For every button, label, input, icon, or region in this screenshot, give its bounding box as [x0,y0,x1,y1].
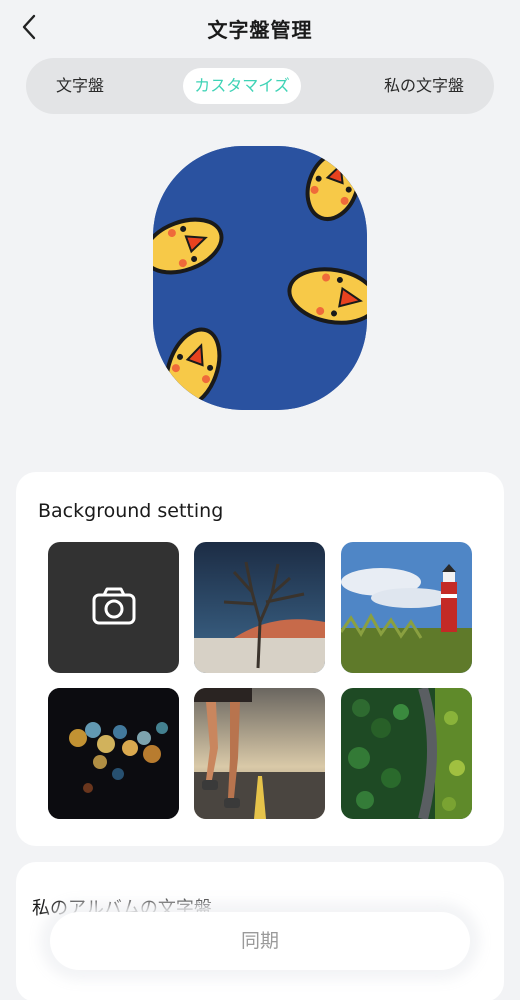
background-setting-card: Background setting [16,472,504,846]
sync-button[interactable]: 同期 [50,912,470,970]
bg-image-forest[interactable] [341,688,472,819]
camera-upload-button[interactable] [48,542,179,673]
background-setting-title: Background setting [38,500,224,522]
watch-face-preview [153,146,367,410]
tab-my-watch-faces[interactable]: 私の文字盤 [376,68,472,104]
bg-image-dead-tree[interactable] [194,542,325,673]
header: 文字盤管理 [0,0,520,56]
bokeh-image [48,688,179,819]
segmented-tabs: 文字盤 カスタマイズ 私の文字盤 [26,58,494,114]
lighthouse-image [341,542,472,673]
camera-icon [92,587,136,625]
forest-road-image [341,688,472,819]
runner-image [194,688,325,819]
bg-image-runner[interactable] [194,688,325,819]
tab-watch-faces[interactable]: 文字盤 [52,68,108,104]
bg-image-bokeh[interactable] [48,688,179,819]
page-title: 文字盤管理 [207,18,313,42]
bg-image-lighthouse[interactable] [341,542,472,673]
duck-pattern-image [153,146,367,410]
tab-customize[interactable]: カスタマイズ [183,68,301,104]
dead-tree-image [194,542,325,673]
